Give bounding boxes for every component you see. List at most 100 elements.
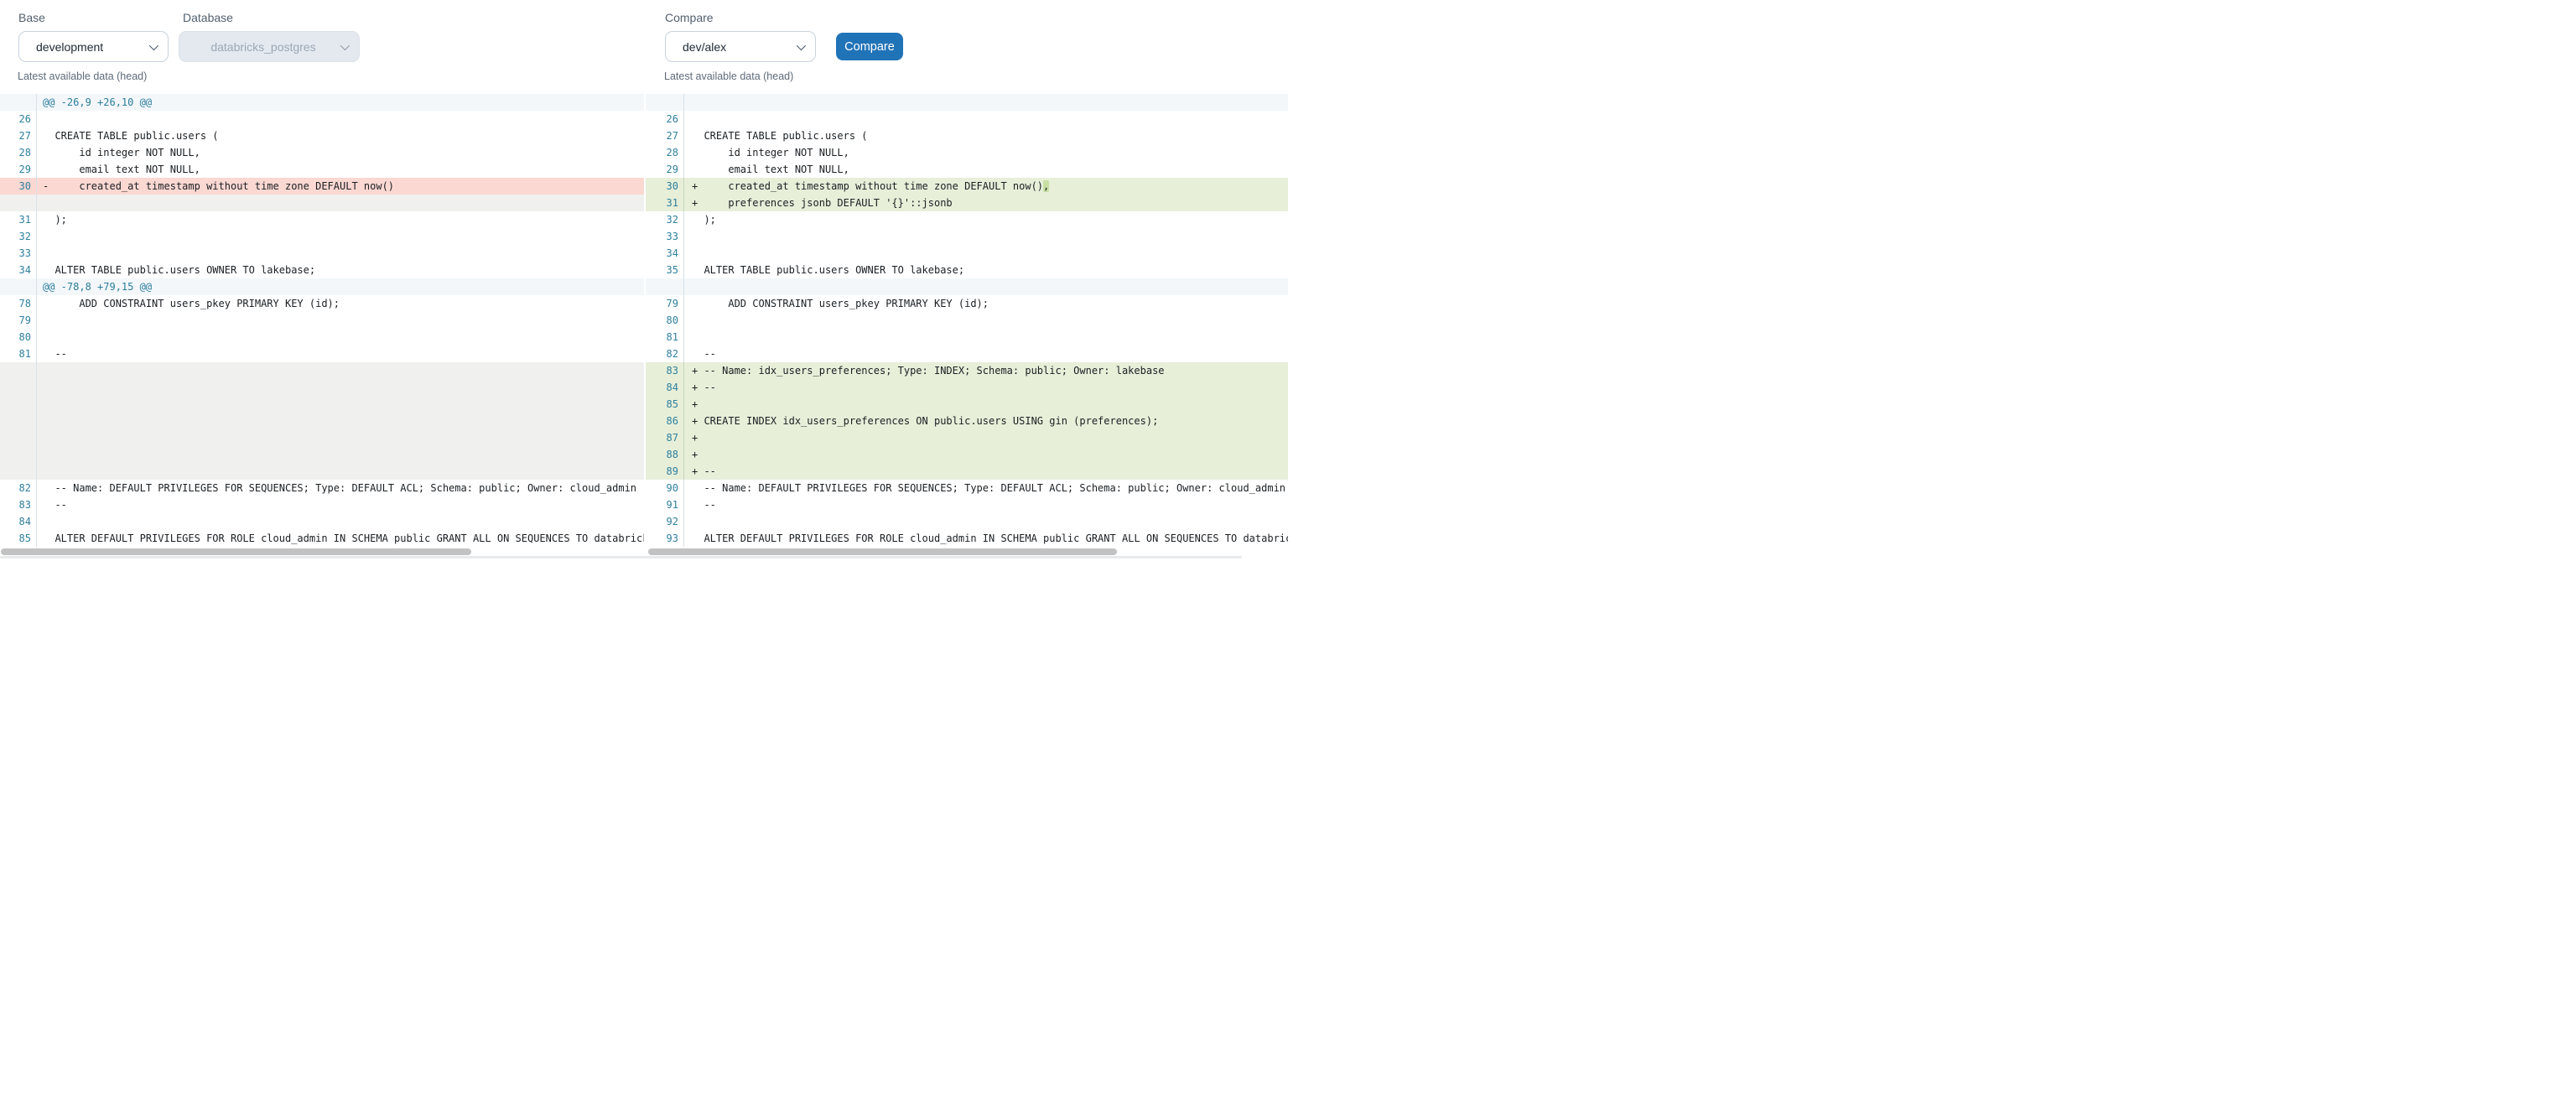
line-number: 26 xyxy=(646,111,684,127)
diff-row-compare-1: 26 xyxy=(646,111,1288,127)
code-line xyxy=(37,245,644,262)
diff-row-base-9: 33 xyxy=(0,245,644,262)
line-number: 83 xyxy=(0,496,37,513)
diff-row-base-5: 30 - created_at timestamp without time z… xyxy=(0,178,644,195)
code-line xyxy=(37,513,644,530)
diff-row-compare-3: 28 id integer NOT NULL, xyxy=(646,144,1288,161)
code-line: -- xyxy=(684,496,1288,513)
code-line xyxy=(37,396,644,413)
diff-row-base-6 xyxy=(0,195,644,211)
line-number xyxy=(0,396,37,413)
diff-row-base-4: 29 email text NOT NULL, xyxy=(0,161,644,178)
chevron-down-icon xyxy=(797,40,806,49)
code-line: + xyxy=(684,446,1288,463)
code-line: ADD CONSTRAINT users_pkey PRIMARY KEY (i… xyxy=(684,295,1288,312)
diff-row-compare-8: 33 xyxy=(646,228,1288,245)
code-line: ); xyxy=(684,211,1288,228)
line-number: 93 xyxy=(646,530,684,547)
base-branch-select[interactable]: development xyxy=(18,31,169,62)
code-line: ALTER TABLE public.users OWNER TO lakeba… xyxy=(684,262,1288,278)
chevron-down-icon xyxy=(149,40,158,49)
code-line: ADD CONSTRAINT users_pkey PRIMARY KEY (i… xyxy=(37,295,644,312)
diff-row-compare-6: 31 + preferences jsonb DEFAULT '{}'::jso… xyxy=(646,195,1288,211)
line-number: 86 xyxy=(646,413,684,429)
line-number: 31 xyxy=(0,211,37,228)
line-number xyxy=(0,362,37,379)
diff-row-compare-9: 34 xyxy=(646,245,1288,262)
code-line: -- xyxy=(37,496,644,513)
line-number: 85 xyxy=(646,396,684,413)
code-line: + -- Name: idx_users_preferences; Type: … xyxy=(684,362,1288,379)
line-number: 28 xyxy=(0,144,37,161)
diff-row-base-17 xyxy=(0,379,644,396)
code-line: + xyxy=(684,396,1288,413)
compare-button[interactable]: Compare xyxy=(836,33,903,60)
compare-branch-select[interactable]: dev/alex xyxy=(665,31,816,62)
code-line xyxy=(684,94,1288,111)
line-number: 34 xyxy=(0,262,37,278)
diff-row-compare-13: 80 xyxy=(646,312,1288,329)
diff-row-compare-25: 92 xyxy=(646,513,1288,530)
diff-row-compare-4: 29 email text NOT NULL, xyxy=(646,161,1288,178)
diff-row-compare-22: 89 + -- xyxy=(646,463,1288,480)
line-number xyxy=(0,463,37,480)
page-hscrollbar-thumb[interactable] xyxy=(0,556,1242,558)
line-number: 89 xyxy=(646,463,684,480)
code-line xyxy=(37,413,644,429)
line-number: 84 xyxy=(646,379,684,396)
line-number: 31 xyxy=(646,195,684,211)
diff-row-compare-21: 88 + xyxy=(646,446,1288,463)
line-number: 30 xyxy=(0,178,37,195)
code-line: id integer NOT NULL, xyxy=(37,144,644,161)
base-branch-value: development xyxy=(36,40,139,54)
diff-row-compare-2: 27 CREATE TABLE public.users ( xyxy=(646,127,1288,144)
compare-pane-hscrollbar-thumb[interactable] xyxy=(648,548,1117,555)
diff-row-compare-19: 86 + CREATE INDEX idx_users_preferences … xyxy=(646,413,1288,429)
diff-row-base-20 xyxy=(0,429,644,446)
code-line xyxy=(37,463,644,480)
diff-row-base-18 xyxy=(0,396,644,413)
database-value: databricks_postgres xyxy=(196,40,330,54)
code-line xyxy=(684,329,1288,345)
compare-label: Compare xyxy=(665,11,714,24)
line-number: 34 xyxy=(646,245,684,262)
code-line: - created_at timestamp without time zone… xyxy=(37,178,644,195)
line-number: 78 xyxy=(0,295,37,312)
diff-row-base-2: 27 CREATE TABLE public.users ( xyxy=(0,127,644,144)
diff-row-base-12: 78 ADD CONSTRAINT users_pkey PRIMARY KEY… xyxy=(0,295,644,312)
branch-compare-page: Base development Latest available data (… xyxy=(0,0,1288,558)
code-line xyxy=(37,379,644,396)
line-number: 29 xyxy=(646,161,684,178)
line-number: 27 xyxy=(646,127,684,144)
diff-row-base-22 xyxy=(0,463,644,480)
base-pane-hscrollbar-thumb[interactable] xyxy=(1,548,471,555)
code-line xyxy=(37,429,644,446)
code-line xyxy=(37,446,644,463)
code-line xyxy=(684,228,1288,245)
code-line xyxy=(37,195,644,211)
diff-row-base-13: 79 xyxy=(0,312,644,329)
code-line xyxy=(37,228,644,245)
diff-row-compare-11 xyxy=(646,278,1288,295)
code-line xyxy=(37,312,644,329)
line-number: 82 xyxy=(646,345,684,362)
diff-row-compare-24: 91 -- xyxy=(646,496,1288,513)
diff-row-base-21 xyxy=(0,446,644,463)
diff-row-compare-12: 79 ADD CONSTRAINT users_pkey PRIMARY KEY… xyxy=(646,295,1288,312)
diff-row-compare-7: 32 ); xyxy=(646,211,1288,228)
diff-row-base-15: 81 -- xyxy=(0,345,644,362)
code-line: email text NOT NULL, xyxy=(37,161,644,178)
diff-row-base-25: 84 xyxy=(0,513,644,530)
line-number: 27 xyxy=(0,127,37,144)
line-number: 91 xyxy=(646,496,684,513)
code-line: + CREATE INDEX idx_users_preferences ON … xyxy=(684,413,1288,429)
diff-row-base-7: 31 ); xyxy=(0,211,644,228)
code-line: -- Name: DEFAULT PRIVILEGES FOR SEQUENCE… xyxy=(37,480,644,496)
line-number: 29 xyxy=(0,161,37,178)
code-line: -- xyxy=(37,345,644,362)
line-number: 87 xyxy=(646,429,684,446)
line-number xyxy=(0,379,37,396)
diff-row-base-26: 85 ALTER DEFAULT PRIVILEGES FOR ROLE clo… xyxy=(0,530,644,547)
line-number xyxy=(646,94,684,111)
code-line: ALTER DEFAULT PRIVILEGES FOR ROLE cloud_… xyxy=(684,530,1288,547)
